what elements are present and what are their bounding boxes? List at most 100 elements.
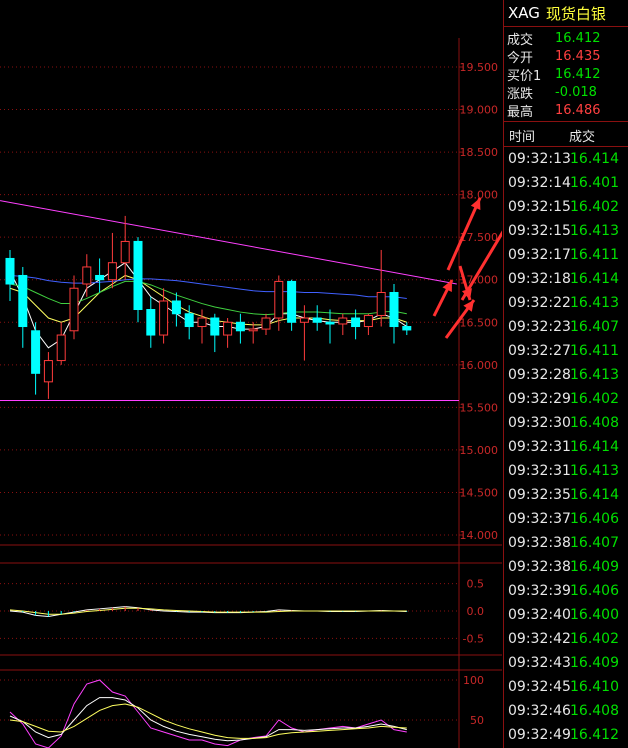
candle-body (376, 291, 386, 316)
candle-body (325, 321, 335, 325)
tick-price: 16.413 (570, 367, 619, 383)
tick-time: 09:32:43 (508, 655, 571, 671)
candle-body (312, 317, 322, 323)
tick-time: 09:32:17 (508, 247, 571, 263)
candle-body (299, 317, 309, 323)
candle-body (56, 334, 66, 362)
quote-label: 最高 (507, 104, 534, 120)
candle-body (184, 313, 194, 328)
candle-body (235, 321, 245, 332)
tick-price: 16.411 (570, 343, 619, 359)
tick-price: 16.414 (570, 487, 619, 503)
tick-row: 09:32:38 16.407 (504, 531, 628, 555)
candle-body (248, 328, 258, 332)
tick-time: 09:32:31 (508, 463, 571, 479)
candle-body (210, 317, 220, 336)
tick-time: 09:32:40 (508, 607, 571, 623)
tick-time: 09:32:22 (508, 295, 571, 311)
tick-row: 09:32:38 16.409 (504, 555, 628, 579)
candle-body (261, 317, 271, 330)
tick-time: 09:32:35 (508, 487, 571, 503)
quote-row: 最高 16.486 (504, 101, 628, 120)
tick-price: 16.407 (570, 319, 619, 335)
candle-body (338, 317, 348, 325)
quote-row: 买价1 16.412 (504, 65, 628, 84)
tick-time: 09:32:28 (508, 367, 571, 383)
tick-price: 16.402 (570, 199, 619, 215)
candle-body (171, 300, 181, 315)
tick-row: 09:32:14 16.401 (504, 171, 628, 195)
tick-row: 09:32:39 16.406 (504, 579, 628, 603)
tick-time: 09:32:18 (508, 271, 571, 287)
candlesticks (5, 215, 412, 399)
y-tick-label: 16.000 (460, 359, 499, 372)
quote-label: 涨跌 (507, 86, 534, 102)
tick-list[interactable]: 09:32:13 16.414 09:32:14 16.401 09:32:15 16.4… (504, 147, 628, 747)
tick-price: 16.414 (570, 151, 619, 167)
tick-row: 09:32:43 16.409 (504, 651, 628, 675)
tick-price: 16.409 (570, 655, 619, 671)
tick-price: 16.406 (570, 511, 619, 527)
candle-body (287, 280, 297, 323)
tick-time: 09:32:39 (508, 583, 571, 599)
macd-panel: 0.5 0.0 -0.5 (0, 578, 485, 645)
tick-price: 16.402 (570, 631, 619, 647)
tick-time: 09:32:45 (508, 679, 571, 695)
grid (0, 38, 502, 748)
tick-row: 09:32:15 16.402 (504, 195, 628, 219)
quote-value: 16.412 (555, 66, 601, 82)
candle-body (95, 274, 105, 281)
y-tick-label: 0.0 (467, 605, 485, 618)
tick-row: 09:32:46 16.408 (504, 699, 628, 723)
tick-time: 09:32:37 (508, 511, 571, 527)
tick-time: 09:32:15 (508, 223, 571, 239)
tick-row: 09:32:22 16.413 (504, 291, 628, 315)
tick-price: 16.408 (570, 415, 619, 431)
indicator-line (9, 697, 407, 742)
symbol-name: 现货白银 (545, 4, 606, 23)
tick-time: 09:32:42 (508, 631, 571, 647)
tick-price: 16.409 (570, 559, 619, 575)
tick-time: 09:32:13 (508, 151, 571, 167)
tick-price: 16.413 (570, 223, 619, 239)
candle-body (133, 240, 143, 311)
y-tick-label: 18.500 (460, 146, 499, 159)
tick-row: 09:32:15 16.413 (504, 219, 628, 243)
chart-area[interactable]: 19.50019.00018.50018.00017.50017.00016.5… (0, 0, 502, 748)
y-tick-label: 19.500 (460, 61, 499, 74)
tick-price: 16.407 (570, 535, 619, 551)
y-tick-label: 15.000 (460, 444, 499, 457)
symbol-header: XAG 现货白银 (504, 0, 628, 27)
y-tick-label: 16.500 (460, 316, 499, 329)
quote-summary: 成交 16.412 今开 16.435 买价1 16.412 涨跌 -0.018 最高 16.48… (504, 27, 628, 122)
main-y-axis: 19.50019.00018.50018.00017.50017.00016.5… (460, 61, 499, 542)
candle-body (43, 360, 53, 383)
y-tick-label: -0.5 (463, 632, 484, 645)
y-tick-label: 14.000 (460, 529, 499, 542)
candle-body (197, 317, 207, 328)
candle-body (274, 280, 284, 319)
tick-time: 09:32:49 (508, 727, 571, 743)
candle-body (82, 266, 92, 285)
tick-row: 09:32:35 16.414 (504, 483, 628, 507)
y-tick-label: 15.500 (460, 401, 499, 414)
candle-body (146, 309, 156, 336)
kdj-panel: 100500 (0, 674, 484, 748)
quote-label: 今开 (507, 50, 534, 66)
quote-row: 涨跌 -0.018 (504, 83, 628, 102)
tick-time: 09:32:27 (508, 343, 571, 359)
candle-body (18, 274, 28, 328)
quote-value: 16.486 (555, 102, 601, 118)
candle-body (402, 326, 412, 331)
tick-price: 16.408 (570, 703, 619, 719)
tick-row: 09:32:13 16.414 (504, 147, 628, 171)
symbol-code: XAG (508, 4, 540, 22)
quote-label: 买价1 (507, 68, 542, 84)
tick-price: 16.413 (570, 463, 619, 479)
candle-body (120, 240, 130, 264)
y-tick-label: 14.500 (460, 486, 499, 499)
ticks-time-header: 时间 (509, 129, 536, 145)
tick-row: 09:32:31 16.413 (504, 459, 628, 483)
quote-panel: XAG 现货白银 成交 16.412 今开 16.435 买价1 16.412 涨跌 -0.0… (503, 0, 628, 748)
quote-label: 成交 (507, 32, 534, 48)
